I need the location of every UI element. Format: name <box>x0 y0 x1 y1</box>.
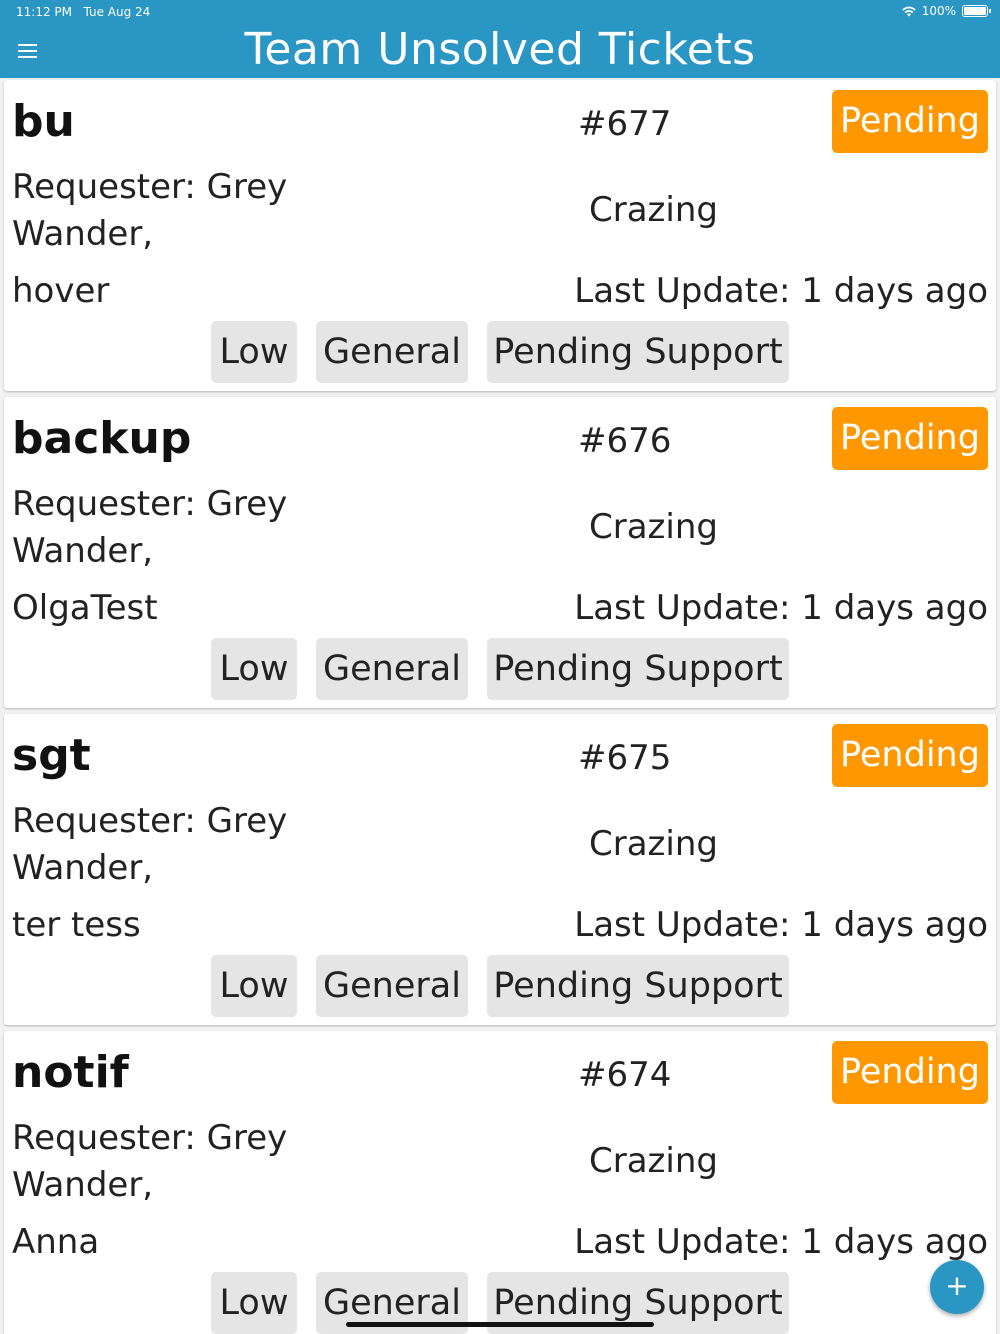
requester-line-2: Wander, <box>12 848 154 888</box>
last-update: Last Update: 1 days ago <box>574 588 988 628</box>
priority-tag: Low <box>211 1272 297 1334</box>
ticket-subject: backup <box>12 413 192 464</box>
ticket-card[interactable]: notif #674 Pending Requester: Grey Wande… <box>4 1031 996 1334</box>
ticket-number: #675 <box>578 738 672 778</box>
state-tag: Pending Support <box>487 955 789 1017</box>
state-tag: Pending Support <box>487 321 789 383</box>
type-tag: General <box>316 638 468 700</box>
wifi-icon <box>901 6 916 16</box>
ticket-number: #674 <box>578 1055 672 1095</box>
state-tag: Pending Support <box>487 638 789 700</box>
ticket-subject: notif <box>12 1047 129 1098</box>
home-indicator[interactable] <box>346 1322 654 1327</box>
requester-label: Requester: Grey Wander, <box>12 1115 312 1209</box>
ticket-number: #677 <box>578 104 672 144</box>
type-tag: General <box>316 955 468 1017</box>
ticket-group: Crazing <box>589 190 718 230</box>
priority-tag: Low <box>211 638 297 700</box>
status-bar-time: 11:12 PM Tue Aug 24 <box>16 5 150 19</box>
requester-line-1: Requester: Grey <box>12 167 288 207</box>
requester-label: Requester: Grey Wander, <box>12 164 312 258</box>
status-badge: Pending <box>832 724 988 787</box>
requester-line-1: Requester: Grey <box>12 801 288 841</box>
ticket-card[interactable]: bu #677 Pending Requester: Grey Wander, … <box>4 80 996 391</box>
requester-label: Requester: Grey Wander, <box>12 798 312 892</box>
status-bar-right: 100% <box>901 4 991 18</box>
requester-name: Anna <box>12 1222 100 1262</box>
ticket-group: Crazing <box>589 1141 718 1181</box>
status-date: Tue Aug 24 <box>83 5 151 19</box>
requester-label: Requester: Grey Wander, <box>12 481 312 575</box>
page-title: Team Unsolved Tickets <box>244 24 756 75</box>
priority-tag: Low <box>211 955 297 1017</box>
ticket-card[interactable]: sgt #675 Pending Requester: Grey Wander,… <box>4 714 996 1025</box>
requester-line-2: Wander, <box>12 214 154 254</box>
ticket-number: #676 <box>578 421 672 461</box>
battery-percentage: 100% <box>921 4 956 18</box>
plus-icon: + <box>945 1269 969 1302</box>
requester-line-1: Requester: Grey <box>12 1118 288 1158</box>
ticket-group: Crazing <box>589 507 718 547</box>
ticket-card[interactable]: backup #676 Pending Requester: Grey Wand… <box>4 397 996 708</box>
battery-icon <box>962 5 991 17</box>
last-update: Last Update: 1 days ago <box>574 271 988 311</box>
app-header: 11:12 PM Tue Aug 24 100% Team Unsolved T… <box>0 0 1000 78</box>
priority-tag: Low <box>211 321 297 383</box>
type-tag: General <box>316 321 468 383</box>
ticket-list: bu #677 Pending Requester: Grey Wander, … <box>4 80 996 1334</box>
status-badge: Pending <box>832 407 988 470</box>
requester-name: OlgaTest <box>12 588 158 628</box>
ticket-group: Crazing <box>589 824 718 864</box>
ticket-subject: bu <box>12 96 75 147</box>
status-badge: Pending <box>832 1041 988 1104</box>
requester-line-1: Requester: Grey <box>12 484 288 524</box>
requester-name: ter tess <box>12 905 141 945</box>
status-badge: Pending <box>832 90 988 153</box>
last-update: Last Update: 1 days ago <box>574 1222 988 1262</box>
add-ticket-button[interactable]: + <box>930 1260 984 1314</box>
last-update: Last Update: 1 days ago <box>574 905 988 945</box>
requester-line-2: Wander, <box>12 1165 154 1205</box>
ticket-subject: sgt <box>12 730 91 781</box>
requester-line-2: Wander, <box>12 531 154 571</box>
requester-name: hover <box>12 271 110 311</box>
status-time: 11:12 PM <box>16 5 72 19</box>
